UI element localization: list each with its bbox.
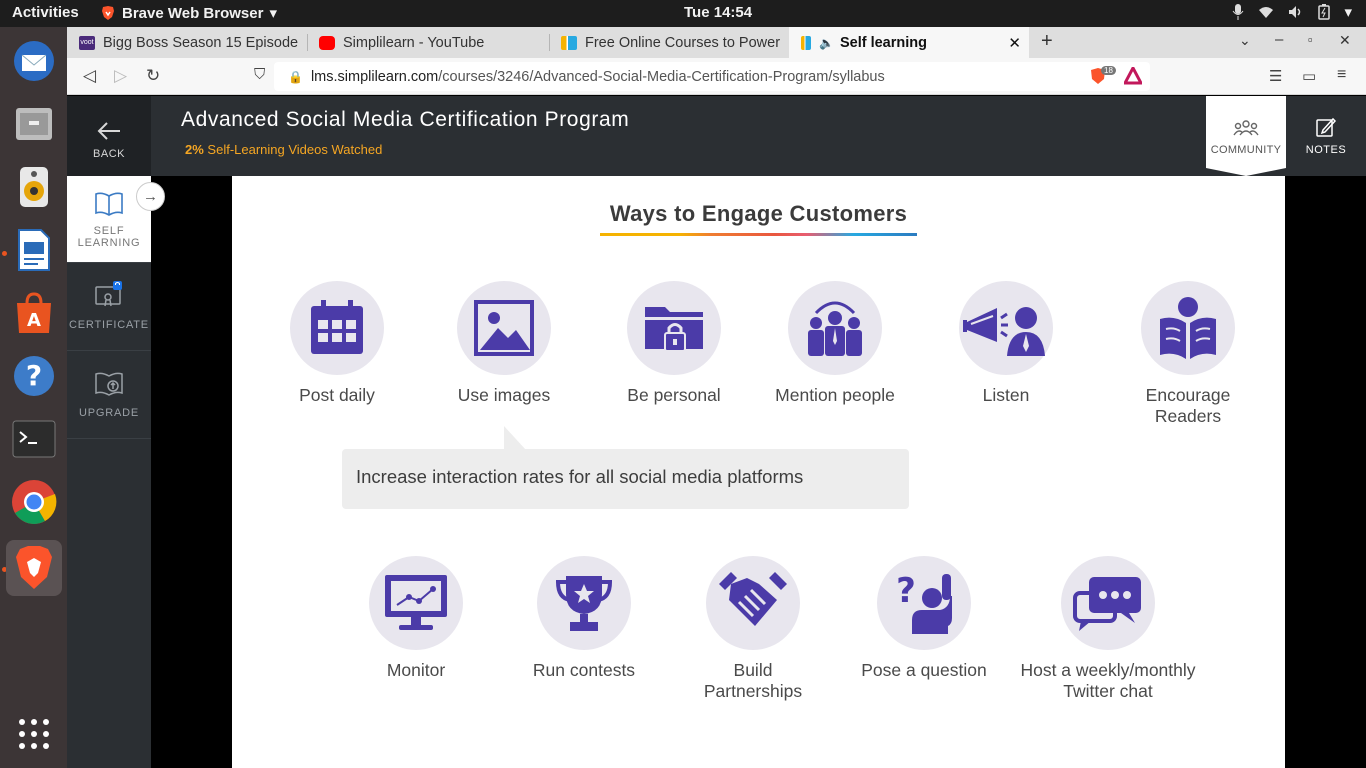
arrow-left-icon: [97, 122, 120, 140]
course-title: Advanced Social Media Certification Prog…: [181, 108, 630, 131]
image-icon: [474, 300, 534, 356]
chevron-down-icon: ▾: [269, 5, 277, 22]
certificate-icon: [95, 281, 122, 307]
ubuntu-dock: A ?: [0, 27, 67, 768]
upgrade-icon: [95, 372, 123, 396]
reader-icon: [1160, 297, 1216, 359]
progress-text: 2% Self-Learning Videos Watched: [185, 142, 383, 157]
tip-host-twitter-chat: Host a weekly/monthly Twitter chat: [1018, 556, 1198, 702]
notes-button[interactable]: NOTES: [1286, 96, 1366, 176]
clock[interactable]: Tue 14:54: [684, 4, 752, 21]
svg-text:?: ?: [896, 572, 916, 611]
tab-simplilearn-youtube[interactable]: Simplilearn - YouTube: [307, 27, 547, 58]
back-button[interactable]: BACK: [67, 96, 151, 176]
tab-search-chevron-icon[interactable]: ⌄: [1239, 32, 1251, 49]
minimize-button[interactable]: –: [1275, 31, 1283, 48]
youtube-icon: [319, 35, 335, 50]
app-name: Brave Web Browser: [122, 4, 264, 22]
tip-monitor: Monitor: [341, 556, 491, 681]
arrow-right-icon: →: [143, 188, 158, 205]
svg-text:?: ?: [26, 359, 42, 392]
activities-button[interactable]: Activities: [12, 4, 79, 21]
libreoffice-writer-icon[interactable]: [6, 222, 62, 278]
battery-icon: [1318, 4, 1331, 20]
wallet-icon[interactable]: ▭: [1302, 67, 1316, 85]
tab-self-learning[interactable]: 🔈 Self learning ✕: [789, 27, 1029, 58]
megaphone-icon: [963, 307, 1045, 356]
lock-icon: 🔒: [288, 69, 303, 84]
address-bar[interactable]: 🔒 lms.simplilearn.com/courses/3246/Advan…: [274, 62, 1150, 91]
callout-box: Increase interaction rates for all socia…: [342, 449, 909, 509]
menu-icon[interactable]: ≡: [1337, 66, 1346, 84]
locked-folder-icon: [645, 307, 703, 352]
chrome-icon[interactable]: [6, 474, 62, 530]
course-sidebar: SELF LEARNING CERTIFICATE UPGRADE: [67, 176, 151, 768]
slide-title: Ways to Engage Customers: [609, 201, 908, 226]
help-icon[interactable]: ?: [6, 348, 62, 404]
community-icon: [1233, 120, 1259, 136]
handshake-icon: [719, 572, 787, 626]
back-nav-icon[interactable]: ◁: [83, 66, 96, 86]
reload-icon[interactable]: ↻: [146, 66, 160, 86]
wifi-icon: [1259, 7, 1274, 18]
app-menu[interactable]: Brave Web Browser ▾: [100, 4, 277, 22]
tip-run-contests: Run contests: [509, 556, 659, 681]
playlist-icon[interactable]: ☰: [1269, 67, 1282, 85]
microphone-icon: [1233, 4, 1244, 20]
community-button[interactable]: COMMUNITY: [1206, 96, 1286, 176]
maximize-button[interactable]: ▫: [1308, 32, 1313, 47]
browser-tab-bar: voot Bigg Boss Season 15 Episode Simplil…: [67, 27, 1366, 58]
close-tab-icon[interactable]: ✕: [1008, 34, 1021, 52]
trophy-icon: [556, 576, 612, 631]
volume-icon: [1289, 6, 1301, 18]
system-menu-icon: ▾: [1344, 4, 1352, 21]
simplilearn-icon: [801, 35, 811, 50]
callout-pointer: [504, 426, 526, 450]
thunderbird-icon[interactable]: [6, 33, 62, 89]
svg-text:A: A: [27, 310, 41, 331]
people-icon: [808, 301, 862, 356]
book-icon: [95, 192, 123, 216]
brave-browser-icon[interactable]: [6, 540, 62, 596]
tip-build-partnerships: Build Partnerships: [678, 556, 828, 702]
rhythmbox-icon[interactable]: [6, 159, 62, 215]
tip-post-daily: Post daily: [262, 281, 412, 406]
shields-badge: 18: [1101, 66, 1116, 75]
tip-encourage-readers: Encourage Readers: [1113, 281, 1263, 427]
system-top-bar: Activities Brave Web Browser ▾ Tue 14:54…: [0, 0, 1366, 27]
tip-be-personal: Be personal: [599, 281, 749, 406]
files-icon[interactable]: [6, 96, 62, 152]
brave-logo-icon: [102, 6, 114, 20]
forward-nav-icon[interactable]: ▷: [114, 66, 127, 86]
sidebar-item-upgrade[interactable]: UPGRADE: [67, 351, 151, 439]
chat-icon: [1073, 577, 1141, 631]
tip-use-images: Use images: [429, 281, 579, 406]
video-slide[interactable]: Ways to Engage Customers Post daily Use …: [232, 176, 1285, 768]
edit-note-icon: [1316, 117, 1337, 137]
close-window-button[interactable]: ✕: [1339, 32, 1351, 49]
brave-rewards-icon[interactable]: [1124, 67, 1142, 85]
tip-pose-a-question: ? Pose a question: [849, 556, 999, 681]
browser-toolbar: ◁ ▷ ↻ ⛉ 🔒 lms.simplilearn.com/courses/32…: [67, 58, 1366, 95]
audio-playing-icon[interactable]: 🔈: [819, 36, 834, 50]
tip-mention-people: Mention people: [760, 281, 910, 406]
software-center-icon[interactable]: A: [6, 285, 62, 341]
sidebar-item-certificate[interactable]: CERTIFICATE: [67, 263, 151, 351]
new-tab-button[interactable]: +: [1041, 30, 1053, 53]
tab-bigg-boss[interactable]: voot Bigg Boss Season 15 Episode: [67, 27, 303, 58]
system-tray[interactable]: ▾: [1232, 3, 1352, 21]
monitor-icon: [385, 575, 447, 630]
terminal-icon[interactable]: [6, 411, 62, 467]
expand-sidebar-button[interactable]: →: [136, 182, 165, 211]
voot-icon: voot: [79, 35, 95, 50]
course-header: BACK Advanced Social Media Certification…: [67, 96, 1366, 176]
bookmark-icon[interactable]: ⛉: [254, 66, 265, 83]
title-underline: [600, 233, 917, 236]
tip-listen: Listen: [931, 281, 1081, 406]
calendar-icon: [311, 300, 363, 354]
show-applications-icon[interactable]: [6, 706, 62, 762]
simplilearn-icon: [561, 35, 577, 50]
tab-free-online-courses[interactable]: Free Online Courses to Power: [549, 27, 785, 58]
question-icon: ?: [896, 572, 952, 634]
